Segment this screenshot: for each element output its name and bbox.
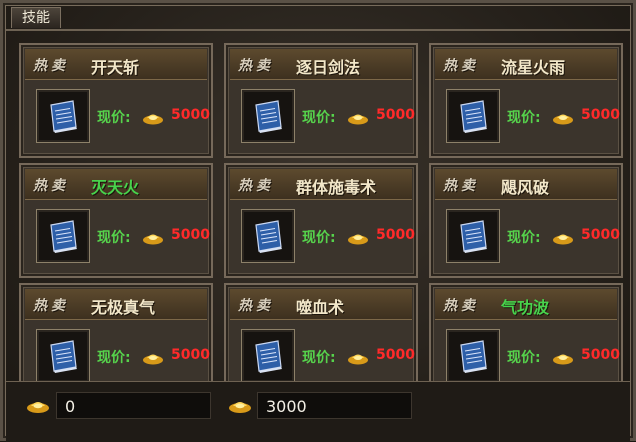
- gold-ingot-icon: [143, 234, 163, 245]
- card-header: 热卖 无极真气: [25, 289, 207, 320]
- card-header: 热卖 噬血术: [230, 289, 412, 320]
- price-label: 现价:: [302, 350, 336, 366]
- price-value: 5000: [171, 227, 210, 243]
- price-value: 5000: [376, 347, 415, 363]
- price-value: 5000: [171, 347, 210, 363]
- price-value: 5000: [581, 347, 620, 363]
- hot-sale-label: 热卖: [33, 58, 69, 74]
- skill-book-slot[interactable]: [241, 329, 295, 383]
- price-value: 5000: [581, 227, 620, 243]
- skill-book-slot[interactable]: [36, 329, 90, 383]
- card-header: 热卖 群体施毒术: [230, 169, 412, 200]
- currency-bar: 0 3000: [6, 381, 630, 442]
- price-label: 现价:: [507, 350, 541, 366]
- hot-sale-label: 热卖: [238, 298, 274, 314]
- blue-book-icon: [50, 100, 77, 133]
- blue-book-icon: [255, 340, 282, 373]
- skill-card[interactable]: 热卖 开天斩 现价: 5000: [19, 43, 213, 158]
- blue-book-icon: [255, 220, 282, 253]
- blue-book-icon: [460, 100, 487, 133]
- price-label: 现价:: [302, 230, 336, 246]
- price-value: 5000: [171, 107, 210, 123]
- price-value: 5000: [581, 107, 620, 123]
- gold-amount-field: 0: [56, 392, 211, 419]
- blue-book-icon: [255, 100, 282, 133]
- skill-card[interactable]: 热卖 飓风破 现价: 5000: [429, 163, 623, 278]
- hot-sale-label: 热卖: [238, 58, 274, 74]
- card-header: 热卖 气功波: [435, 289, 617, 320]
- skill-book-slot[interactable]: [241, 209, 295, 263]
- price-label: 现价:: [507, 110, 541, 126]
- gold-ingot-icon: [553, 234, 573, 245]
- skill-card[interactable]: 热卖 流星火雨 现价: 5000: [429, 43, 623, 158]
- skill-card[interactable]: 热卖 逐日剑法 现价: 5000: [224, 43, 418, 158]
- price-label: 现价:: [97, 350, 131, 366]
- skill-card[interactable]: 热卖 群体施毒术 现价: 5000: [224, 163, 418, 278]
- skill-book-slot[interactable]: [36, 89, 90, 143]
- skill-name: 开天斩: [91, 58, 140, 77]
- card-header: 热卖 开天斩: [25, 49, 207, 80]
- price-value: 5000: [376, 107, 415, 123]
- price-label: 现价:: [302, 110, 336, 126]
- blue-book-icon: [460, 340, 487, 373]
- card-header: 热卖 飓风破: [435, 169, 617, 200]
- card-header: 热卖 流星火雨: [435, 49, 617, 80]
- gold-ingot-icon: [348, 354, 368, 365]
- skills-shop-window: 技能 热卖 开天斩 现价: 5000 热卖 逐日剑法 现价: 5000 热卖 流…: [0, 0, 636, 442]
- card-header: 热卖 逐日剑法: [230, 49, 412, 80]
- gold-ingot-icon: [553, 354, 573, 365]
- skill-name: 灭天火: [91, 178, 140, 197]
- skill-book-slot[interactable]: [241, 89, 295, 143]
- skill-grid: 热卖 开天斩 现价: 5000 热卖 逐日剑法 现价: 5000 热卖 流星火雨…: [19, 43, 623, 398]
- skill-name: 飓风破: [501, 178, 550, 197]
- hot-sale-label: 热卖: [443, 58, 479, 74]
- hot-sale-label: 热卖: [238, 178, 274, 194]
- blue-book-icon: [50, 220, 77, 253]
- hot-sale-label: 热卖: [33, 298, 69, 314]
- skill-book-slot[interactable]: [446, 89, 500, 143]
- hot-sale-label: 热卖: [33, 178, 69, 194]
- gold-ingot-icon: [348, 234, 368, 245]
- skill-book-slot[interactable]: [446, 209, 500, 263]
- skill-name: 流星火雨: [501, 58, 566, 77]
- skill-name: 逐日剑法: [296, 58, 361, 77]
- card-header: 热卖 灭天火: [25, 169, 207, 200]
- price-label: 现价:: [97, 230, 131, 246]
- price-label: 现价:: [507, 230, 541, 246]
- skill-card[interactable]: 热卖 灭天火 现价: 5000: [19, 163, 213, 278]
- skill-name: 群体施毒术: [296, 178, 377, 197]
- tab-skills[interactable]: 技能: [11, 7, 61, 28]
- gold-ingot-icon: [229, 402, 251, 413]
- gold-ingot-icon: [143, 114, 163, 125]
- hot-sale-label: 热卖: [443, 298, 479, 314]
- gold-ingot-icon: [553, 114, 573, 125]
- gold-ingot-icon: [27, 402, 49, 413]
- skill-book-slot[interactable]: [446, 329, 500, 383]
- gold-ingot-icon: [348, 114, 368, 125]
- blue-book-icon: [460, 220, 487, 253]
- skill-book-slot[interactable]: [36, 209, 90, 263]
- blue-book-icon: [50, 340, 77, 373]
- skill-name: 气功波: [501, 298, 550, 317]
- tab-divider: [6, 29, 630, 31]
- bound-gold-amount-field: 3000: [257, 392, 412, 419]
- gold-ingot-icon: [143, 354, 163, 365]
- price-label: 现价:: [97, 110, 131, 126]
- skill-name: 无极真气: [91, 298, 156, 317]
- skill-name: 噬血术: [296, 298, 345, 317]
- hot-sale-label: 热卖: [443, 178, 479, 194]
- price-value: 5000: [376, 227, 415, 243]
